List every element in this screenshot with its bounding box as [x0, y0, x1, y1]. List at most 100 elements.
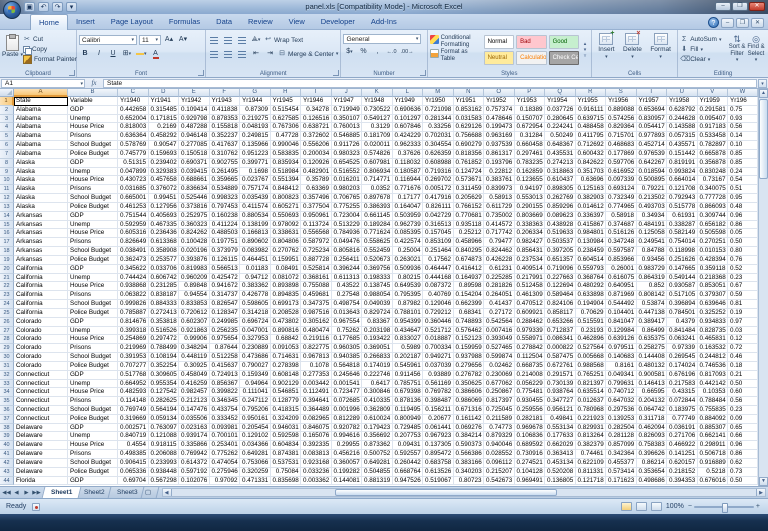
- cell-G22[interactable]: 0.383362: [240, 282, 271, 292]
- cell-J39[interactable]: 0.994616: [331, 432, 362, 442]
- cell-W23[interactable]: 0.59: [728, 291, 758, 301]
- tab-view[interactable]: View: [281, 14, 313, 30]
- cell-C5[interactable]: 0.636364: [118, 132, 149, 142]
- format-painter-button[interactable]: Format Painter: [22, 55, 77, 64]
- cell-M19[interactable]: 0.17562: [423, 255, 454, 265]
- row-header-11[interactable]: 11: [0, 185, 14, 195]
- cell-G38[interactable]: 0.205454: [240, 423, 271, 433]
- cell-U41[interactable]: 0.141251: [667, 450, 698, 459]
- cell-W35[interactable]: 0.56: [728, 397, 758, 406]
- cell-F20[interactable]: 0.566513: [209, 264, 240, 274]
- row-header-43[interactable]: 43: [0, 467, 14, 477]
- cell-I38[interactable]: 0.846075: [301, 423, 332, 433]
- cell-O16[interactable]: 0.717742: [484, 229, 515, 239]
- font-name-combo[interactable]: Calibri ▾: [79, 35, 137, 45]
- cell-E3[interactable]: 0.929798: [179, 114, 210, 124]
- row-header-23[interactable]: 23: [0, 291, 14, 301]
- cell-A34[interactable]: Connecticut: [14, 388, 68, 398]
- cell-D29[interactable]: 0.788499: [148, 344, 179, 354]
- cell-I41[interactable]: 0.083813: [301, 450, 332, 459]
- cell-C16[interactable]: 0.605316: [118, 229, 149, 239]
- cell-V4[interactable]: 0.917183: [697, 123, 728, 133]
- cell-P39[interactable]: 0.106836: [514, 432, 545, 442]
- cell-Q9[interactable]: 0.318863: [545, 167, 576, 177]
- cell-P1[interactable]: Yr1953: [514, 97, 545, 106]
- cell-H15[interactable]: 0.978092: [270, 220, 301, 230]
- cell-D15[interactable]: 0.467335: [148, 220, 179, 230]
- cell-P42[interactable]: 0.274521: [514, 458, 545, 468]
- cell-O34[interactable]: 0.250867: [484, 388, 515, 398]
- cell-C31[interactable]: 0.707277: [118, 361, 149, 371]
- cell-J43[interactable]: 0.199282: [331, 467, 362, 477]
- cell-V17[interactable]: 0.270251: [697, 238, 728, 248]
- cell-W43[interactable]: 0.73: [728, 467, 758, 477]
- cell-H44[interactable]: 0.835698: [270, 476, 301, 486]
- cell-Q34[interactable]: 0.938764: [545, 388, 576, 398]
- cell-A35[interactable]: Connecticut: [14, 397, 68, 406]
- cell-T5[interactable]: 0.977893: [636, 132, 667, 142]
- cell-A8[interactable]: Alaska: [14, 158, 68, 168]
- cell-S12[interactable]: 0.732349: [606, 194, 637, 203]
- cell-N22[interactable]: 0.89598: [453, 282, 484, 292]
- cell-I11[interactable]: 0.63369: [301, 185, 332, 195]
- cell-I20[interactable]: 0.525814: [301, 264, 332, 274]
- row-header-14[interactable]: 14: [0, 211, 14, 221]
- cell-V41[interactable]: 0.506718: [697, 450, 728, 459]
- tab-review[interactable]: Review: [240, 14, 281, 30]
- cell-H39[interactable]: 0.592598: [270, 432, 301, 442]
- cell-T18[interactable]: 0.84788: [636, 247, 667, 256]
- cell-G35[interactable]: 0.247112: [240, 397, 271, 406]
- cell-C33[interactable]: 0.664952: [118, 379, 149, 389]
- cell-T15[interactable]: 0.484191: [636, 220, 667, 230]
- cell-G29[interactable]: 0.230889: [240, 344, 271, 354]
- cell-G23[interactable]: 0.426778: [240, 291, 271, 301]
- cell-K26[interactable]: 0.83367: [362, 317, 393, 327]
- number-dialog-launcher[interactable]: [419, 70, 426, 76]
- cell-M43[interactable]: 0.613526: [423, 467, 454, 477]
- cell-A29[interactable]: Colorado: [14, 344, 68, 354]
- cell-L39[interactable]: 0.207753: [392, 432, 423, 442]
- align-middle-icon[interactable]: [222, 34, 235, 46]
- cell-F2[interactable]: 0.411838: [209, 105, 240, 115]
- cell-K11[interactable]: 0.0352: [362, 185, 393, 195]
- cell-O8[interactable]: 0.193796: [484, 158, 515, 168]
- cell-I9[interactable]: 0.482901: [301, 167, 332, 177]
- cell-N39[interactable]: 0.384214: [453, 432, 484, 442]
- cell-I17[interactable]: 0.587972: [301, 238, 332, 248]
- cell-A17[interactable]: Arkansas: [14, 238, 68, 248]
- font-size-combo[interactable]: 11 ▾: [139, 35, 161, 45]
- column-header-N[interactable]: N: [453, 89, 484, 97]
- cell-M1[interactable]: Yr1950: [423, 97, 454, 106]
- cell-G3[interactable]: 0.219275: [240, 114, 271, 124]
- normal-view-icon[interactable]: [620, 502, 632, 511]
- cell-R15[interactable]: 0.415867: [575, 220, 606, 230]
- cell-P41[interactable]: 0.730916: [514, 450, 545, 459]
- cell-J16[interactable]: 0.784936: [331, 229, 362, 239]
- cell-C40[interactable]: 0.4554: [118, 441, 149, 451]
- cell-Q25[interactable]: 0.858117: [545, 308, 576, 318]
- name-box-dropdown-icon[interactable]: ▾: [80, 80, 83, 87]
- cell-Q16[interactable]: 0.519633: [545, 229, 576, 239]
- cell-style-bad[interactable]: Bad: [516, 35, 547, 49]
- cell-M36[interactable]: 0.156211: [423, 405, 454, 415]
- cell-H22[interactable]: 0.893898: [270, 282, 301, 292]
- cell-B11[interactable]: Prisons: [68, 185, 118, 195]
- cell-T37[interactable]: 0.311718: [636, 414, 667, 424]
- cell-R23[interactable]: 0.633898: [575, 291, 606, 301]
- cell-D14[interactable]: 0.405693: [148, 211, 179, 221]
- cell-U1[interactable]: Yr1958: [667, 97, 698, 106]
- cell-J23[interactable]: 0.27548: [331, 291, 362, 301]
- cell-J19[interactable]: 0.256411: [331, 255, 362, 265]
- cell-P8[interactable]: 0.783235: [514, 158, 545, 168]
- cell-O13[interactable]: 0.611729: [484, 202, 515, 212]
- cell-U9[interactable]: 0.993824: [667, 167, 698, 177]
- cell-A26[interactable]: Colorado: [14, 317, 68, 327]
- cell-B32[interactable]: GDP: [68, 370, 118, 380]
- cell-Q41[interactable]: 0.363413: [545, 450, 576, 459]
- cell-N23[interactable]: 0.154204: [453, 291, 484, 301]
- cell-D32[interactable]: 0.309605: [148, 370, 179, 380]
- cell-P9[interactable]: 0.162859: [514, 167, 545, 177]
- cell-D39[interactable]: 0.121088: [148, 432, 179, 442]
- cell-T13[interactable]: 0.493703: [636, 202, 667, 212]
- cell-U2[interactable]: 0.628792: [667, 105, 698, 115]
